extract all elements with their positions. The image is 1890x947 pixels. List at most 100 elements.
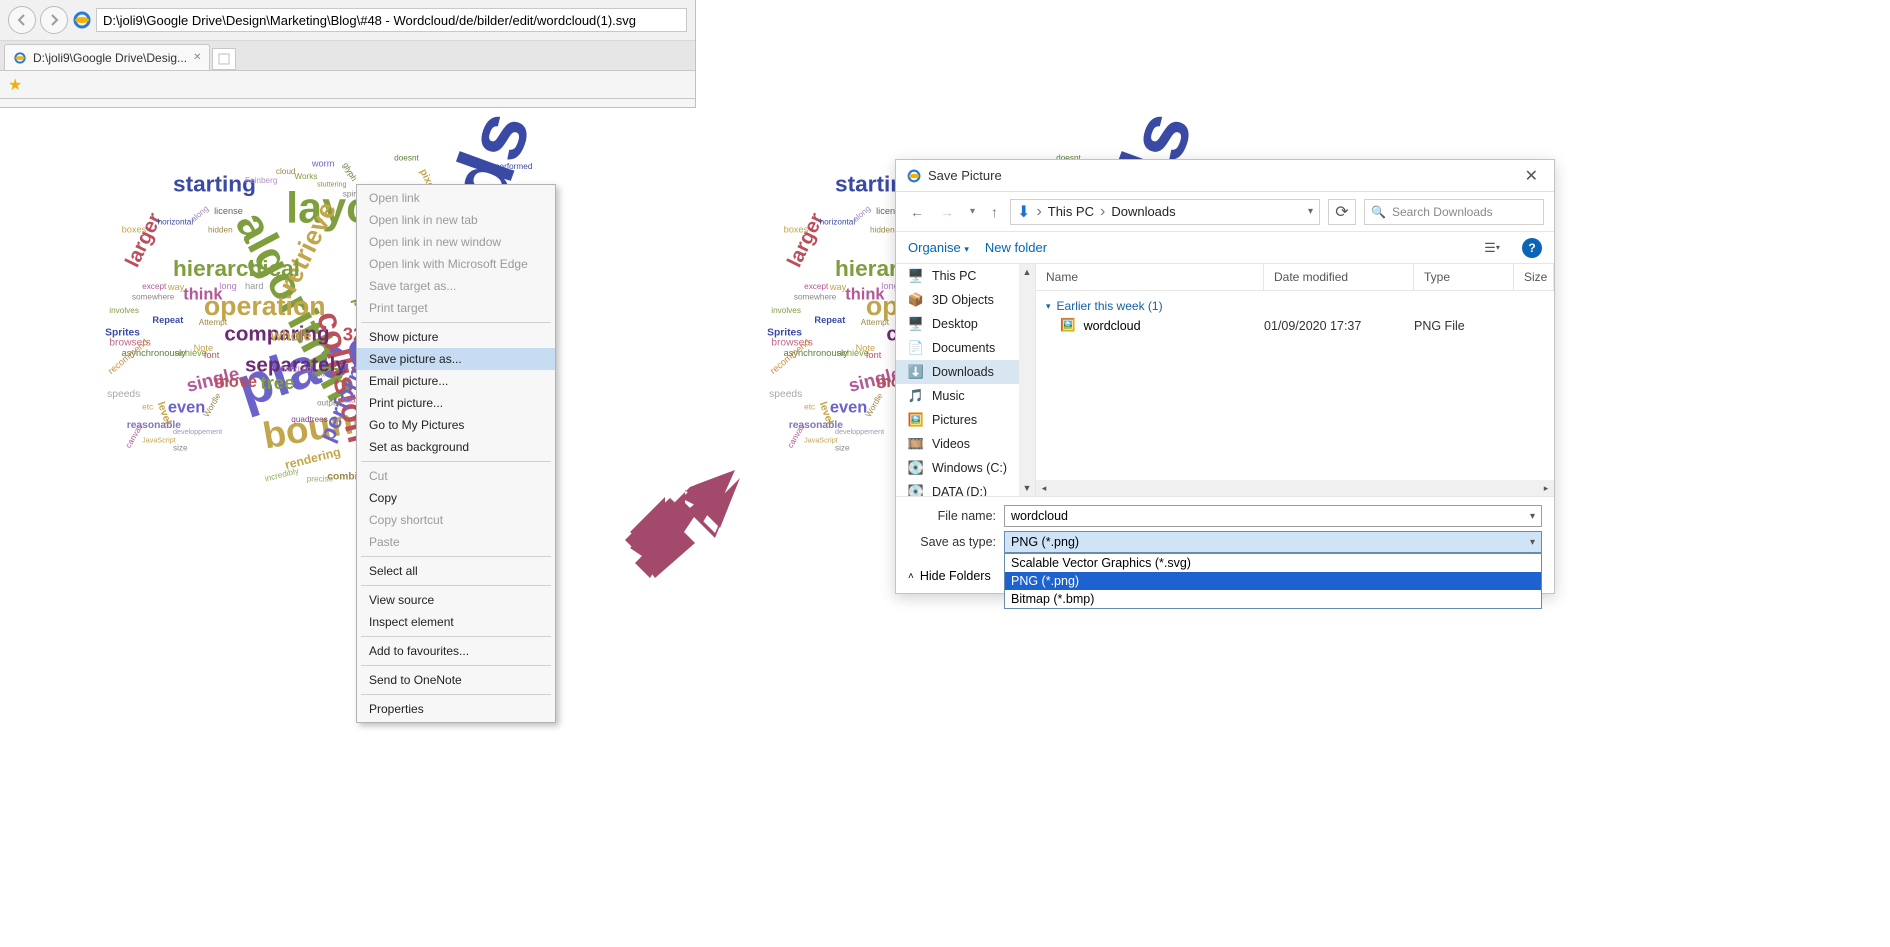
nav-item[interactable]: 📄Documents [896,336,1035,360]
context-menu-item[interactable]: Print picture... [357,392,555,414]
favorites-star-icon[interactable]: ★ [8,75,22,95]
context-menu-item[interactable]: Select all [357,560,555,582]
save-type-combo[interactable]: PNG (*.png) ▾ [1004,531,1542,553]
context-menu-item: Open link [357,187,555,209]
context-menu-item[interactable]: Save picture as... [357,348,555,370]
svg-text:long: long [219,281,236,291]
nav-item[interactable]: 📦3D Objects [896,288,1035,312]
chevron-down-icon[interactable]: ▾ [1530,511,1535,522]
close-button[interactable]: ✕ [1519,166,1544,186]
back-button[interactable] [8,6,36,34]
context-menu-item[interactable]: Show picture [357,326,555,348]
organise-menu[interactable]: Organise ▾ [908,240,969,255]
breadcrumb-seg[interactable]: Downloads [1111,204,1175,219]
context-menu-item: Open link in new window [357,231,555,253]
svg-text:precise: precise [307,474,334,483]
nav-up-icon[interactable]: ↑ [987,204,1002,220]
view-options-button[interactable]: ☰ ▾ [1478,237,1506,259]
scroll-down-icon[interactable]: ▼ [1019,480,1035,496]
svg-text:speeds: speeds [769,389,802,400]
context-menu-item[interactable]: Copy [357,487,555,509]
svg-text:font: font [866,350,882,360]
chevron-down-icon[interactable]: ▾ [1308,206,1313,217]
navigation-pane: 🖥️This PC📦3D Objects🖥️Desktop📄Documents⬇… [896,264,1036,496]
nav-item[interactable]: 🖥️This PC [896,264,1035,288]
context-menu-item[interactable]: Go to My Pictures [357,414,555,436]
save-type-option[interactable]: PNG (*.png) [1005,572,1541,590]
horizontal-scrollbar[interactable]: ◂ ▸ [1036,480,1554,496]
save-type-option[interactable]: Scalable Vector Graphics (*.svg) [1005,554,1541,572]
svg-text:starting: starting [173,171,256,196]
nav-back-icon[interactable]: ← [906,204,928,220]
dialog-titlebar: Save Picture ✕ [896,160,1554,192]
context-menu-item[interactable]: Email picture... [357,370,555,392]
dialog-toolbar: Organise ▾ New folder ☰ ▾ ? [896,232,1554,264]
col-date[interactable]: Date modified [1264,264,1414,290]
browser-tab[interactable]: D:\joli9\Google Drive\Desig... ✕ [4,44,210,70]
nav-forward-icon[interactable]: → [936,204,958,220]
chevron-up-icon[interactable]: ˄ [908,571,914,582]
search-placeholder: Search Downloads [1392,205,1493,219]
svg-text:horizontal: horizontal [158,217,194,226]
svg-text:etc: etc [142,402,153,411]
tab-bar: D:\joli9\Google Drive\Desig... ✕ [0,41,695,71]
nav-item[interactable]: ⬇️Downloads [896,360,1035,384]
nav-item[interactable]: 🖥️Desktop [896,312,1035,336]
nav-item[interactable]: 💽Windows (C:) [896,456,1035,480]
file-group-header[interactable]: ▾ Earlier this week (1) [1036,297,1554,315]
nav-item[interactable]: 🎵Music [896,384,1035,408]
svg-text:developpement: developpement [173,427,222,436]
svg-text:font: font [204,350,220,360]
breadcrumb-seg[interactable]: This PC [1048,204,1094,219]
context-menu-item[interactable]: Properties [357,698,555,720]
context-menu-item: Cut [357,465,555,487]
col-type[interactable]: Type [1414,264,1514,290]
new-tab-button[interactable] [212,48,236,70]
svg-text:think: think [845,285,885,303]
scroll-right-icon[interactable]: ▸ [1538,483,1554,494]
context-menu-item: Print target [357,297,555,319]
svg-text:way: way [829,282,847,292]
context-menu-item[interactable]: Add to favourites... [357,640,555,662]
tab-close-icon[interactable]: ✕ [193,52,201,63]
address-bar[interactable]: D:\joli9\Google Drive\Design\Marketing\B… [96,8,687,32]
file-name-input[interactable]: wordcloud ▾ [1004,505,1542,527]
context-menu-item[interactable]: Inspect element [357,611,555,633]
save-type-option[interactable]: Bitmap (*.bmp) [1005,590,1541,608]
hide-folders-button[interactable]: Hide Folders [920,569,991,583]
nav-scrollbar[interactable]: ▲ ▼ [1019,264,1035,496]
svg-text:Repeat: Repeat [814,315,845,325]
file-icon: 🖼️ [1060,318,1076,333]
refresh-button[interactable]: ⟳ [1328,199,1356,225]
col-size[interactable]: Size [1514,264,1554,290]
nav-item[interactable]: 🎞️Videos [896,432,1035,456]
svg-text:cloud: cloud [276,167,296,176]
col-name[interactable]: Name [1036,264,1264,290]
scroll-up-icon[interactable]: ▲ [1019,264,1035,280]
file-row[interactable]: 🖼️wordcloud01/09/2020 17:37PNG File [1036,315,1554,336]
svg-text:size: size [173,444,188,453]
dialog-fields: File name: wordcloud ▾ Save as type: PNG… [896,496,1554,563]
context-menu-item[interactable]: Send to OneNote [357,669,555,691]
svg-text:Works: Works [294,172,317,181]
new-folder-button[interactable]: New folder [985,240,1047,255]
breadcrumb[interactable]: ⬇ › This PC › Downloads ▾ [1010,199,1320,225]
favorites-bar: ★ [0,71,695,99]
context-menu-item[interactable]: Set as background [357,436,555,458]
context-menu-item[interactable]: View source [357,589,555,611]
folder-icon: ⬇️ [908,364,924,380]
ie-tab-icon [13,51,27,65]
svg-text:tree: tree [260,372,294,393]
svg-text:even: even [830,399,867,417]
search-input[interactable]: 🔍 Search Downloads [1364,199,1544,225]
help-button[interactable]: ? [1522,238,1542,258]
chevron-down-icon[interactable]: ▾ [1530,537,1535,548]
scroll-left-icon[interactable]: ◂ [1036,483,1052,494]
forward-button[interactable] [40,6,68,34]
nav-item[interactable]: 🖼️Pictures [896,408,1035,432]
nav-item[interactable]: 💽DATA (D:) [896,480,1035,496]
svg-text:move: move [214,373,257,391]
context-menu-item: Open link in new tab [357,209,555,231]
recent-locations-icon[interactable]: ▾ [966,206,979,217]
svg-text:doesnt: doesnt [394,154,419,163]
